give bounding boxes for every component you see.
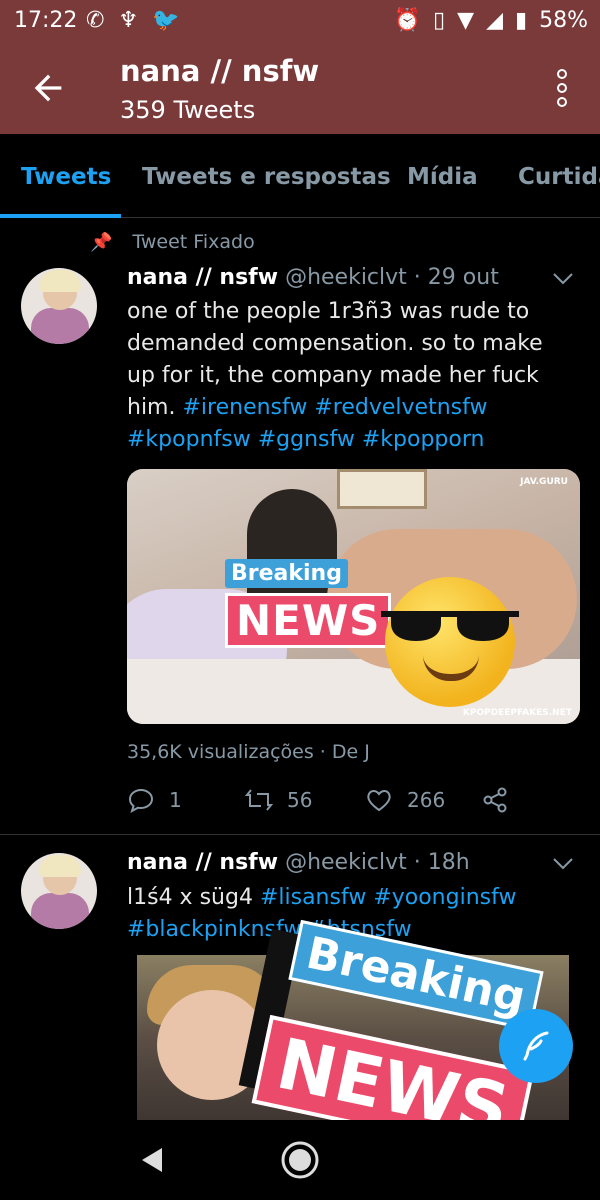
twitter-bird-icon: 🐦 [152,8,180,33]
vivaldi-icon: ♆ [118,8,139,33]
profile-title: nana // nsfw [120,54,320,88]
hashtag[interactable]: #kpopporn [362,427,485,452]
profile-tabs: Tweets Tweets e respostas Mídia Curtidas [0,134,600,218]
active-tab-indicator [0,214,121,218]
compose-tweet-button[interactable] [499,1009,573,1083]
media-watermark-top: JAV.GURU [520,477,568,487]
avatar[interactable] [21,268,97,344]
hashtag[interactable]: #irenensfw [182,395,307,420]
back-arrow-icon[interactable] [28,68,68,108]
tweet-body: l1ś4 x süg4 [127,885,253,910]
view-count: 35,6K visualizações · De J [127,741,370,763]
whatsapp-icon: ✆ [86,8,105,33]
battery-percent: 58% [539,8,588,33]
more-options-icon[interactable] [552,68,572,108]
separator: · [413,265,421,290]
retweet-button[interactable]: 56 [245,786,312,814]
hashtag[interactable]: #lisansfw [260,885,366,910]
nav-back-icon[interactable] [140,1146,164,1174]
notification-icons: ✆ ♆ 🐦 [86,8,180,33]
reply-count: 1 [169,788,182,812]
tweet-time: 18h [427,850,470,875]
retweet-icon [245,789,273,811]
views-source: De J [331,741,370,763]
media-watermark-bottom: KPOPDEEPFAKES.NET [462,708,572,718]
tweet-divider [0,834,600,835]
hashtag[interactable]: #ggnsfw [258,427,355,452]
views-separator: · [319,741,326,763]
wifi-icon: ▼ [457,8,475,33]
pinned-label: Tweet Fixado [132,231,255,253]
share-button[interactable] [481,786,509,814]
news-label: NEWS [225,593,392,648]
like-button[interactable]: 266 [365,786,445,814]
views-text: 35,6K visualizações [127,741,314,763]
pin-icon: 📌 [90,231,113,253]
heart-icon [367,790,391,812]
hashtag[interactable]: #yoonginsfw [373,885,516,910]
tab-media[interactable]: Mídia [407,164,478,190]
like-count: 266 [407,788,446,812]
compose-feather-icon [523,1031,549,1061]
tweet-header: nana // nsfw @heekiclvt · 18h [127,850,470,875]
alarm-icon: ⏰ [393,8,422,33]
hashtag[interactable]: #kpopnfsw [127,427,251,452]
separator: · [413,850,421,875]
hashtag[interactable]: #redvelvetnsfw [314,395,487,420]
tweet-time: 29 out [427,265,499,290]
tweet-count: 359 Tweets [120,96,256,124]
status-bar: 17:22 ✆ ♆ 🐦 ⏰ ▯ ▼ ◢ ▮ 58% [0,0,600,44]
battery-icon: ▮ [514,8,528,33]
tweet-actions: 1 56 266 [127,786,587,818]
sunglasses-emoji-icon [381,577,519,707]
system-icons: ⏰ ▯ ▼ ◢ ▮ 58% [394,8,588,33]
breaking-label: Breaking [225,559,348,588]
share-icon [483,787,507,813]
tab-tweets[interactable]: Tweets [21,164,111,190]
chevron-down-icon[interactable] [552,857,574,871]
nav-home-icon[interactable] [280,1140,320,1180]
author-handle: @heekiclvt [285,265,407,290]
signal-icon: ◢ [486,8,503,33]
status-time: 17:22 [14,8,78,33]
tweet-header: nana // nsfw @heekiclvt · 29 out [127,265,499,290]
author-name[interactable]: nana // nsfw [127,850,278,875]
avatar[interactable] [21,853,97,929]
retweet-count: 56 [287,788,313,812]
profile-header: nana // nsfw 359 Tweets [0,44,600,134]
tab-likes[interactable]: Curtidas [518,164,600,190]
author-handle: @heekiclvt [285,850,407,875]
reply-button[interactable]: 1 [127,786,182,814]
tab-tweets-and-replies[interactable]: Tweets e respostas [142,164,391,190]
author-name[interactable]: nana // nsfw [127,265,278,290]
reply-icon [128,788,154,814]
pinned-indicator: 📌 Tweet Fixado [90,231,255,253]
chevron-down-icon[interactable] [552,272,574,286]
tweet-text: one of the people 1r3ñ3 was rude to dema… [127,296,577,456]
vibrate-icon: ▯ [433,8,446,33]
system-navigation-bar [0,1120,600,1200]
tweet-media[interactable]: JAV.GURU KPOPDEEPFAKES.NET Breaking NEWS [127,469,580,724]
